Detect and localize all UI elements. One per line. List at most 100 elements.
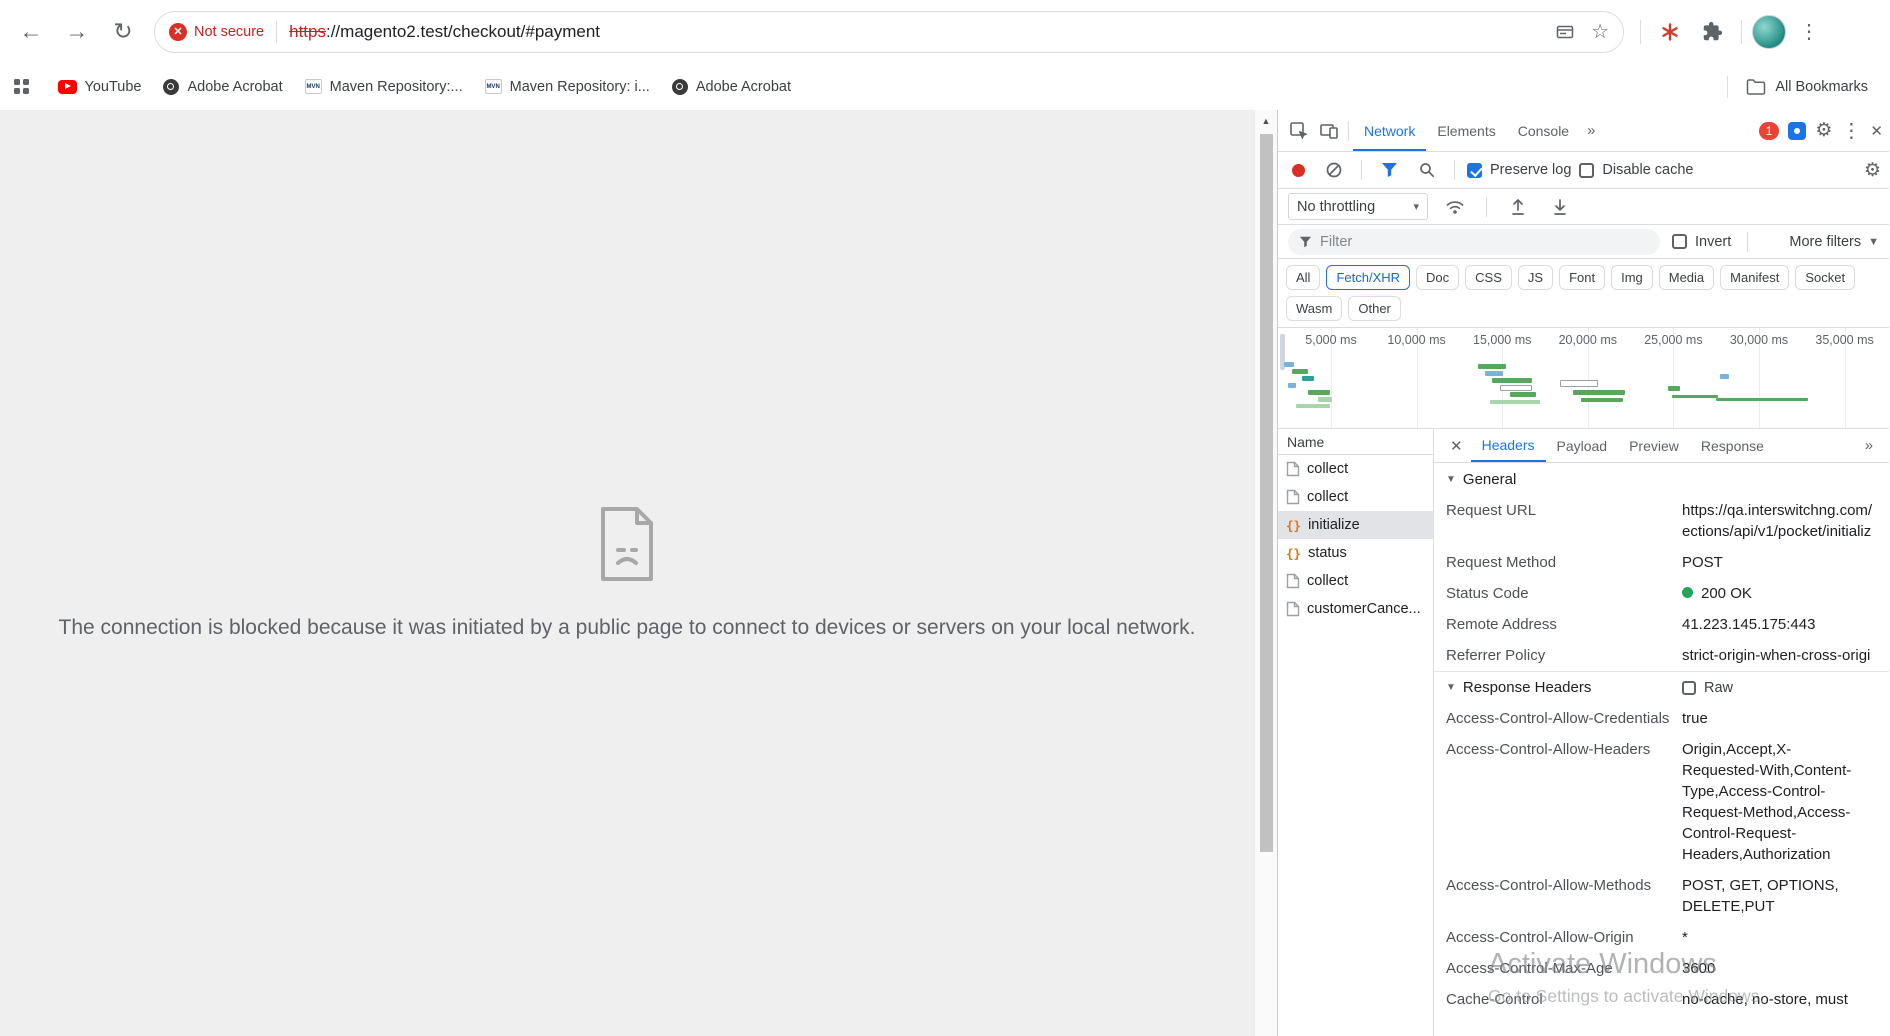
disclosure-triangle-icon: ▼ bbox=[1446, 474, 1456, 485]
filter-chip[interactable]: Socket bbox=[1795, 265, 1855, 290]
divider bbox=[1348, 121, 1349, 141]
browser-menu-button[interactable]: ⋮ bbox=[1790, 13, 1828, 51]
bookmark-item[interactable]: Adobe Acrobat bbox=[154, 73, 291, 101]
forward-button[interactable]: → bbox=[56, 11, 98, 53]
extensions-puzzle-icon[interactable] bbox=[1693, 13, 1731, 51]
header-field-value: Origin,Accept,X- Requested-With,Content-… bbox=[1682, 739, 1889, 865]
detail-tab-bar: ✕ HeadersPayloadPreviewResponse » bbox=[1434, 429, 1889, 463]
divider bbox=[1454, 160, 1455, 180]
issues-count-badge[interactable]: 1 bbox=[1759, 122, 1780, 140]
back-button[interactable]: ← bbox=[10, 11, 52, 53]
caret-down-icon: ▾ bbox=[1413, 200, 1419, 213]
request-name: customerCance... bbox=[1307, 601, 1421, 617]
security-chip[interactable]: ✕ Not secure bbox=[169, 23, 264, 41]
timeline-label: 15,000 ms bbox=[1460, 333, 1544, 347]
invert-checkbox[interactable]: Invert bbox=[1672, 234, 1731, 250]
acrobat-icon bbox=[163, 79, 179, 95]
blocked-message: The connection is blocked because it was… bbox=[53, 616, 1202, 640]
filter-chip[interactable]: Wasm bbox=[1286, 296, 1342, 321]
network-overview-timeline[interactable]: 5,000 ms10,000 ms15,000 ms20,000 ms25,00… bbox=[1278, 328, 1889, 429]
timeline-label: 10,000 ms bbox=[1375, 333, 1459, 347]
bookmark-item[interactable]: YouTube bbox=[49, 73, 151, 101]
maven-icon bbox=[485, 79, 502, 94]
import-har-icon[interactable] bbox=[1503, 192, 1533, 222]
devtools-menu-icon[interactable]: ⋮ bbox=[1841, 118, 1861, 143]
filter-chip[interactable]: Img bbox=[1611, 265, 1653, 290]
more-tabs-chevron[interactable]: » bbox=[1580, 122, 1602, 139]
raw-toggle[interactable]: Raw bbox=[1682, 672, 1733, 703]
devtools-panel: NetworkElementsConsole » 1 ⚙ ⋮ ✕ bbox=[1277, 110, 1889, 1036]
filter-chip[interactable]: Manifest bbox=[1720, 265, 1789, 290]
network-conditions-icon[interactable] bbox=[1440, 192, 1470, 222]
network-settings-gear-icon[interactable]: ⚙ bbox=[1864, 161, 1881, 180]
filter-input[interactable]: Filter bbox=[1288, 229, 1660, 255]
filter-funnel-icon[interactable] bbox=[1374, 155, 1404, 185]
bookmarks-bar: YouTubeAdobe AcrobatMaven Repository:...… bbox=[0, 63, 1890, 110]
search-icon[interactable] bbox=[1412, 155, 1442, 185]
request-row[interactable]: {}initialize bbox=[1278, 511, 1433, 539]
reading-list-icon[interactable] bbox=[1555, 22, 1575, 42]
export-har-icon[interactable] bbox=[1545, 192, 1575, 222]
request-row[interactable]: collect bbox=[1278, 567, 1433, 595]
clear-network-log-icon[interactable] bbox=[1319, 155, 1349, 185]
devtools-tab-network[interactable]: Network bbox=[1353, 110, 1426, 151]
blocked-page: The connection is blocked because it was… bbox=[0, 110, 1254, 1036]
detail-tab-payload[interactable]: Payload bbox=[1546, 429, 1619, 462]
bookmark-item[interactable]: Maven Repository:... bbox=[296, 73, 472, 101]
devtools-tab-console[interactable]: Console bbox=[1507, 110, 1580, 151]
more-detail-tabs-chevron[interactable]: » bbox=[1857, 438, 1881, 454]
inspect-element-icon[interactable] bbox=[1284, 116, 1314, 146]
filter-chip[interactable]: Doc bbox=[1416, 265, 1459, 290]
bookmark-item[interactable]: Adobe Acrobat bbox=[663, 73, 800, 101]
detail-tab-response[interactable]: Response bbox=[1690, 429, 1775, 462]
url-text[interactable]: https://magento2.test/checkout/#payment bbox=[289, 22, 600, 42]
name-column-header[interactable]: Name bbox=[1278, 429, 1433, 455]
record-button[interactable] bbox=[1292, 164, 1305, 177]
page-scrollbar[interactable]: ▲ bbox=[1254, 110, 1277, 1036]
filter-chip[interactable]: Other bbox=[1348, 296, 1401, 321]
extension-panel-icon[interactable] bbox=[1788, 122, 1806, 140]
address-bar[interactable]: ✕ Not secure https://magento2.test/check… bbox=[154, 11, 1624, 53]
disable-cache-checkbox[interactable]: Disable cache bbox=[1579, 162, 1693, 178]
general-section-header[interactable]: ▼ General bbox=[1434, 463, 1889, 495]
all-bookmarks-button[interactable]: All Bookmarks bbox=[1738, 72, 1876, 101]
close-detail-icon[interactable]: ✕ bbox=[1442, 437, 1471, 455]
red-extension-icon[interactable] bbox=[1651, 13, 1689, 51]
filter-chip[interactable]: Media bbox=[1659, 265, 1714, 290]
preserve-log-checkbox[interactable]: Preserve log bbox=[1467, 162, 1571, 178]
header-field-value: 200 OK bbox=[1682, 583, 1889, 604]
general-section-title: General bbox=[1463, 471, 1516, 488]
apps-grid-icon[interactable] bbox=[14, 79, 29, 94]
filter-chip[interactable]: All bbox=[1286, 265, 1320, 290]
waterfall-bar bbox=[1302, 376, 1314, 381]
header-field-name: Referrer Policy bbox=[1446, 645, 1682, 666]
scrollbar-thumb[interactable] bbox=[1260, 134, 1273, 852]
request-name: status bbox=[1308, 545, 1347, 561]
detail-tab-headers[interactable]: Headers bbox=[1471, 429, 1546, 462]
kebab-icon: ⋮ bbox=[1799, 19, 1819, 44]
filter-chip[interactable]: Font bbox=[1559, 265, 1605, 290]
request-row[interactable]: collect bbox=[1278, 455, 1433, 483]
filter-chip[interactable]: CSS bbox=[1465, 265, 1512, 290]
close-devtools-icon[interactable]: ✕ bbox=[1870, 122, 1883, 140]
scrollbar-up-arrow[interactable]: ▲ bbox=[1255, 110, 1277, 132]
bookmark-item[interactable]: Maven Repository: i... bbox=[476, 73, 659, 101]
response-headers-section-header[interactable]: ▼ Response Headers Raw bbox=[1434, 671, 1889, 703]
filter-chip[interactable]: Fetch/XHR bbox=[1326, 265, 1410, 290]
settings-gear-icon[interactable]: ⚙ bbox=[1815, 121, 1832, 140]
device-toolbar-icon[interactable] bbox=[1314, 116, 1344, 146]
reload-button[interactable]: ↻ bbox=[102, 11, 144, 53]
profile-avatar[interactable] bbox=[1752, 15, 1786, 49]
filter-chip[interactable]: JS bbox=[1518, 265, 1553, 290]
devtools-tab-elements[interactable]: Elements bbox=[1426, 110, 1506, 151]
more-filters-button[interactable]: More filters ▼ bbox=[1789, 234, 1879, 250]
detail-tab-preview[interactable]: Preview bbox=[1618, 429, 1690, 462]
bookmark-star-icon[interactable]: ☆ bbox=[1591, 19, 1609, 44]
request-row[interactable]: customerCance... bbox=[1278, 595, 1433, 623]
waterfall-bar bbox=[1510, 392, 1536, 397]
request-row[interactable]: {}status bbox=[1278, 539, 1433, 567]
header-field-name: Access-Control-Allow-Credentials bbox=[1446, 708, 1682, 729]
throttling-select[interactable]: No throttling ▾ bbox=[1288, 193, 1428, 220]
header-field-value: 3600 bbox=[1682, 958, 1889, 979]
request-row[interactable]: collect bbox=[1278, 483, 1433, 511]
